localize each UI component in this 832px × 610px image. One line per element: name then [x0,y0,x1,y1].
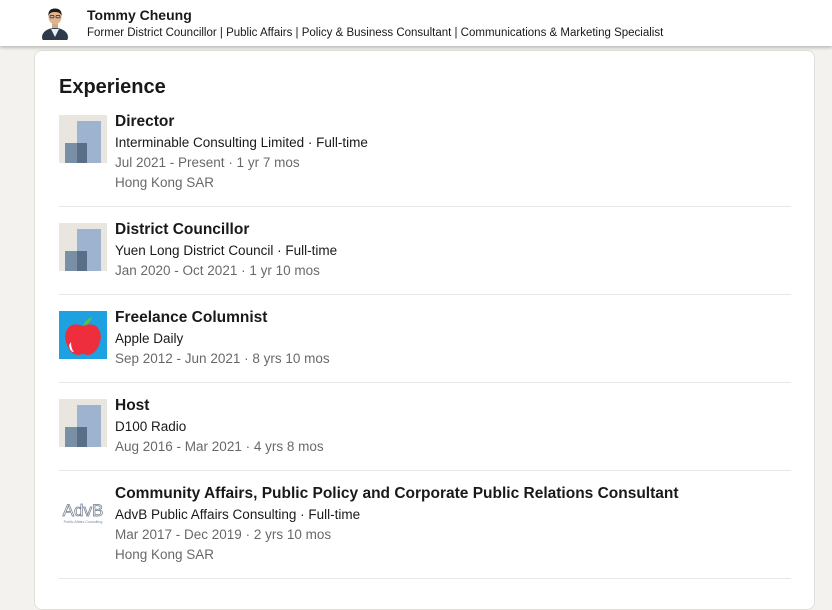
advb-logo-subtext: Public Affairs Consulting [64,520,103,524]
job-title[interactable]: Community Affairs, Public Policy and Cor… [115,483,785,505]
experience-item: Freelance Columnist Apple Daily Sep 2012… [59,307,791,383]
company-name: AdvB Public Affairs Consulting · Full-ti… [115,507,361,522]
company-name: Apple Daily [115,331,184,346]
company-name: Yuen Long District Council · Full-time [115,243,338,258]
experience-section: Experience Director Interminable Consult… [34,50,815,610]
employment-dates: Aug 2016 - Mar 2021 · 4 yrs 8 mos [115,439,324,454]
apple-daily-logo-icon[interactable] [59,311,107,359]
job-title[interactable]: District Councillor [115,219,785,241]
job-title[interactable]: Freelance Columnist [115,307,785,329]
profile-name: Tommy Cheung [87,7,192,23]
experience-item: Host D100 Radio Aug 2016 - Mar 2021 · 4 … [59,395,791,471]
employment-dates: Jan 2020 - Oct 2021 · 1 yr 10 mos [115,263,320,278]
section-title: Experience [59,76,166,98]
advb-logo-text: AdvB [63,501,104,520]
generic-company-logo-icon[interactable] [59,115,107,163]
profile-avatar[interactable] [40,4,70,40]
company-name: Interminable Consulting Limited · Full-t… [115,135,368,150]
experience-item: District Councillor Yuen Long District C… [59,219,791,295]
company-name: D100 Radio [115,419,187,434]
employment-dates: Mar 2017 - Dec 2019 · 2 yrs 10 mos [115,527,332,542]
job-title[interactable]: Director [115,111,785,133]
advb-logo-icon[interactable]: AdvB Public Affairs Consulting [59,487,107,535]
generic-company-logo-icon[interactable] [59,223,107,271]
employment-dates: Sep 2012 - Jun 2021 · 8 yrs 10 mos [115,351,330,366]
job-location: Hong Kong SAR [115,175,215,190]
experience-item: Director Interminable Consulting Limited… [59,111,791,207]
job-title[interactable]: Host [115,395,785,417]
employment-dates: Jul 2021 - Present · 1 yr 7 mos [115,155,300,170]
generic-company-logo-icon[interactable] [59,399,107,447]
experience-item: AdvB Public Affairs Consulting Community… [59,483,791,579]
sticky-profile-header: Tommy Cheung Former District Councillor … [0,0,832,46]
job-location: Hong Kong SAR [115,547,215,562]
profile-headline: Former District Councillor | Public Affa… [87,27,664,39]
